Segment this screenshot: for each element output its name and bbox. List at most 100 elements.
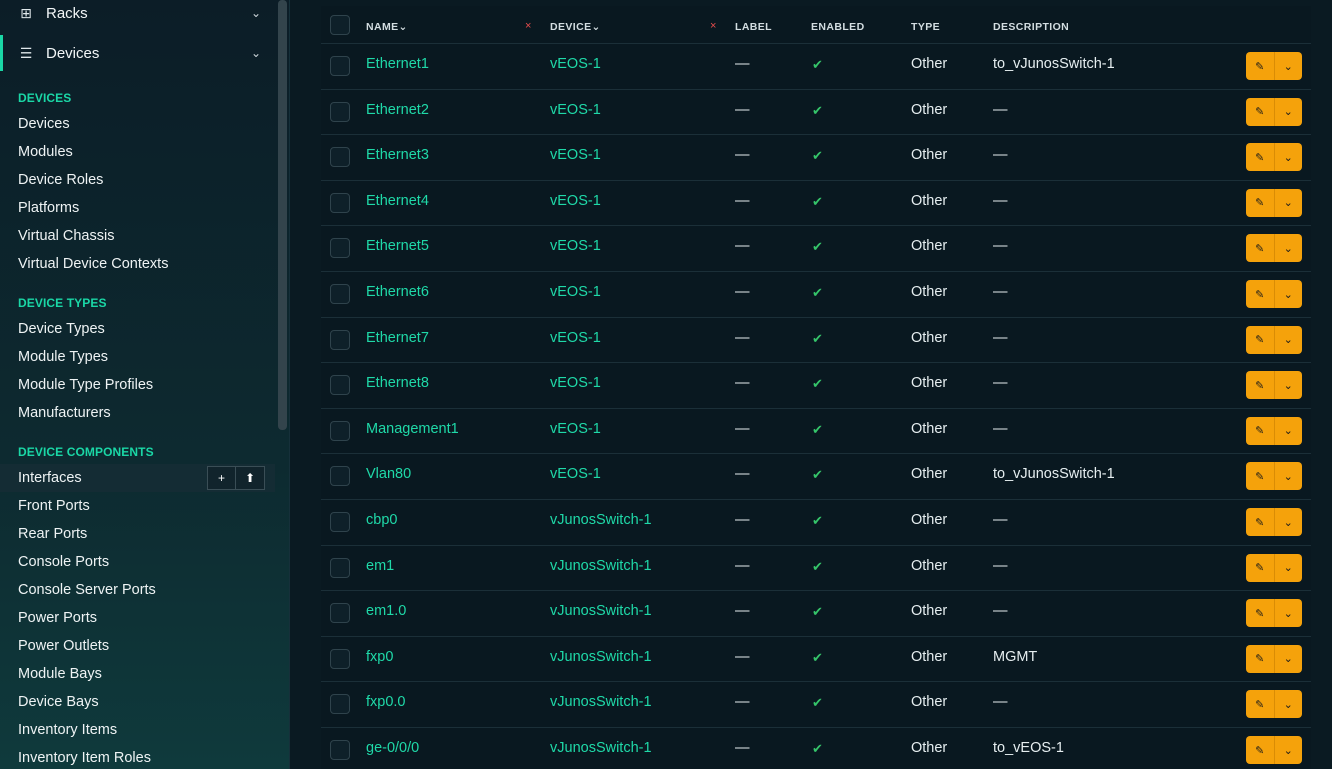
row-checkbox[interactable] <box>330 147 350 168</box>
device-link[interactable]: vEOS-1 <box>550 238 601 254</box>
row-checkbox[interactable] <box>330 603 350 624</box>
device-link[interactable]: vEOS-1 <box>550 56 601 72</box>
interface-name-link[interactable]: Ethernet8 <box>366 375 429 391</box>
interface-name-link[interactable]: Ethernet1 <box>366 56 429 72</box>
interface-name-link[interactable]: Ethernet3 <box>366 147 429 163</box>
sidebar-item[interactable]: Rear Ports <box>0 520 275 548</box>
chevron-down-icon[interactable]: ⌄ <box>1273 325 1303 354</box>
row-checkbox[interactable] <box>330 557 350 578</box>
sidebar-item[interactable]: Console Ports <box>0 548 275 576</box>
column-header-name[interactable]: NAME⌄ <box>366 21 408 33</box>
edit-icon[interactable]: ✎ <box>1246 52 1274 80</box>
edit-icon[interactable]: ✎ <box>1246 98 1274 126</box>
sidebar-item[interactable]: Front Ports <box>0 492 275 520</box>
edit-icon[interactable]: ✎ <box>1246 234 1274 262</box>
column-header-device[interactable]: DEVICE⌄ <box>550 21 601 33</box>
sidebar-item[interactable]: Module Bays <box>0 660 275 688</box>
edit-icon[interactable]: ✎ <box>1246 189 1274 217</box>
device-link[interactable]: vEOS-1 <box>550 421 601 437</box>
edit-icon[interactable]: ✎ <box>1246 280 1274 308</box>
chevron-down-icon[interactable]: ⌄ <box>1273 52 1303 80</box>
edit-icon[interactable]: ✎ <box>1246 599 1274 627</box>
column-header-enabled[interactable]: ENABLED <box>811 21 865 33</box>
sidebar-item[interactable]: Module Type Profiles <box>0 371 275 399</box>
chevron-down-icon[interactable]: ⌄ <box>1273 553 1303 582</box>
chevron-down-icon[interactable]: ⌄ <box>1273 599 1303 628</box>
chevron-down-icon[interactable]: ⌄ <box>1273 234 1303 263</box>
sidebar-menu-racks[interactable]: ⊞ Racks ⌄ <box>0 0 275 31</box>
interface-name-link[interactable]: fxp0.0 <box>366 694 406 710</box>
row-checkbox[interactable] <box>330 466 350 487</box>
sidebar-item[interactable]: Inventory Items <box>0 716 275 744</box>
add-icon[interactable]: + <box>207 466 236 490</box>
interface-name-link[interactable]: Ethernet5 <box>366 238 429 254</box>
device-link[interactable]: vEOS-1 <box>550 193 601 209</box>
edit-icon[interactable]: ✎ <box>1246 554 1274 582</box>
sidebar-scrollbar[interactable] <box>278 0 287 430</box>
interface-name-link[interactable]: Vlan80 <box>366 466 411 482</box>
device-link[interactable]: vJunosSwitch-1 <box>550 603 652 619</box>
row-checkbox[interactable] <box>330 101 350 122</box>
chevron-down-icon[interactable]: ⌄ <box>1273 690 1303 719</box>
interface-name-link[interactable]: Ethernet2 <box>366 102 429 118</box>
row-checkbox[interactable] <box>330 420 350 441</box>
select-all-checkbox[interactable] <box>330 15 350 35</box>
interface-name-link[interactable]: em1 <box>366 558 394 574</box>
sidebar-item[interactable]: Virtual Device Contexts <box>0 250 275 278</box>
chevron-down-icon[interactable]: ⌄ <box>1273 644 1303 673</box>
clear-filter-icon[interactable]: × <box>710 20 716 32</box>
interface-name-link[interactable]: Ethernet6 <box>366 284 429 300</box>
sidebar-item[interactable]: Power Outlets <box>0 632 275 660</box>
sidebar-item[interactable]: Device Bays <box>0 688 275 716</box>
sidebar-item[interactable]: Device Roles <box>0 166 275 194</box>
device-link[interactable]: vJunosSwitch-1 <box>550 740 652 756</box>
interface-name-link[interactable]: Ethernet7 <box>366 330 429 346</box>
device-link[interactable]: vEOS-1 <box>550 375 601 391</box>
sidebar-item[interactable]: Device Types <box>0 315 275 343</box>
chevron-down-icon[interactable]: ⌄ <box>1273 508 1303 536</box>
row-checkbox[interactable] <box>330 56 350 76</box>
column-header-description[interactable]: DESCRIPTION <box>993 21 1069 33</box>
device-link[interactable]: vJunosSwitch-1 <box>550 694 652 710</box>
column-header-type[interactable]: TYPE <box>911 21 940 33</box>
row-checkbox[interactable] <box>330 284 350 304</box>
row-checkbox[interactable] <box>330 375 350 396</box>
edit-icon[interactable]: ✎ <box>1246 736 1274 764</box>
edit-icon[interactable]: ✎ <box>1246 508 1274 536</box>
interface-name-link[interactable]: fxp0 <box>366 649 393 665</box>
edit-icon[interactable]: ✎ <box>1246 143 1274 171</box>
import-icon[interactable]: ⬆ <box>236 466 265 490</box>
device-link[interactable]: vEOS-1 <box>550 330 601 346</box>
edit-icon[interactable]: ✎ <box>1246 462 1274 490</box>
device-link[interactable]: vJunosSwitch-1 <box>550 512 652 528</box>
row-checkbox[interactable] <box>330 238 350 259</box>
chevron-down-icon[interactable]: ⌄ <box>1273 371 1303 400</box>
chevron-down-icon[interactable]: ⌄ <box>1273 188 1303 217</box>
device-link[interactable]: vEOS-1 <box>550 284 601 300</box>
sidebar-item[interactable]: Interfaces + ⬆ <box>0 464 275 492</box>
sidebar-item[interactable]: Devices <box>0 110 275 138</box>
row-checkbox[interactable] <box>330 329 350 350</box>
sidebar-menu-devices[interactable]: ☰ Devices ⌄ <box>0 35 275 71</box>
device-link[interactable]: vJunosSwitch-1 <box>550 558 652 574</box>
chevron-down-icon[interactable]: ⌄ <box>1273 280 1303 308</box>
sidebar-item[interactable]: Virtual Chassis <box>0 222 275 250</box>
row-checkbox[interactable] <box>330 740 350 760</box>
row-checkbox[interactable] <box>330 512 350 532</box>
device-link[interactable]: vEOS-1 <box>550 466 601 482</box>
edit-icon[interactable]: ✎ <box>1246 326 1274 354</box>
sidebar-item[interactable]: Manufacturers <box>0 399 275 427</box>
chevron-down-icon[interactable]: ⌄ <box>1273 143 1303 172</box>
sidebar-item[interactable]: Module Types <box>0 343 275 371</box>
clear-filter-icon[interactable]: × <box>525 20 531 32</box>
sidebar-item[interactable]: Power Ports <box>0 604 275 632</box>
row-checkbox[interactable] <box>330 648 350 669</box>
edit-icon[interactable]: ✎ <box>1246 417 1274 445</box>
interface-name-link[interactable]: cbp0 <box>366 512 397 528</box>
edit-icon[interactable]: ✎ <box>1246 371 1274 399</box>
device-link[interactable]: vEOS-1 <box>550 102 601 118</box>
interface-name-link[interactable]: Ethernet4 <box>366 193 429 209</box>
interface-name-link[interactable]: Management1 <box>366 421 459 437</box>
sidebar-item[interactable]: Modules <box>0 138 275 166</box>
column-header-label[interactable]: LABEL <box>735 21 772 33</box>
